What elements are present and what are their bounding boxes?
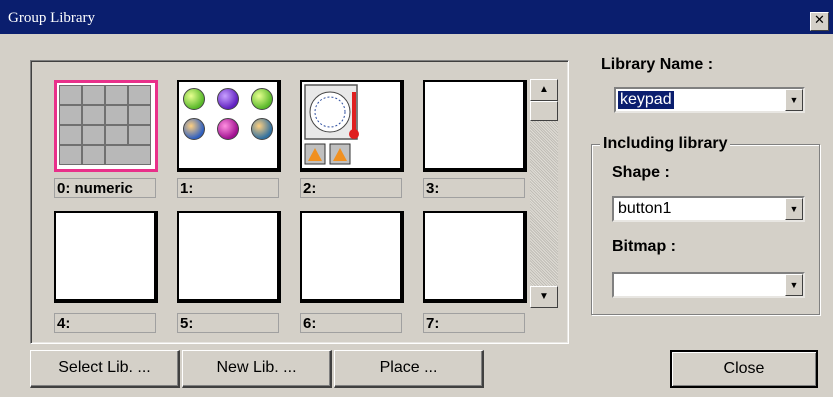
chevron-down-icon[interactable]: ▼: [785, 274, 803, 296]
library-name-value: keypad: [618, 91, 674, 109]
window-title: Group Library: [8, 10, 96, 26]
tile-7-label: 7:: [423, 313, 525, 333]
shape-select[interactable]: button1 ▼: [612, 196, 805, 222]
tile-6[interactable]: [300, 211, 404, 303]
scroll-down-icon[interactable]: ▼: [530, 286, 558, 308]
bitmap-label: Bitmap :: [612, 238, 676, 255]
tile-2[interactable]: [300, 80, 404, 172]
tile-6-label: 6:: [300, 313, 402, 333]
new-lib-button[interactable]: New Lib. ...: [182, 350, 332, 388]
tile-4-label: 4:: [54, 313, 156, 333]
close-window-icon[interactable]: ✕: [810, 12, 829, 31]
shape-label: Shape :: [612, 164, 670, 181]
tile-2-label: 2:: [300, 178, 402, 198]
tile-0-label: 0: numeric: [54, 178, 156, 198]
tile-5-label: 5:: [177, 313, 279, 333]
library-gallery: 0: numeric 1: 2: 3: 4: 5: 6: 7: ▲ ▼: [30, 60, 569, 344]
close-button[interactable]: Close: [670, 350, 818, 388]
tile-3[interactable]: [423, 80, 527, 172]
tile-1-label: 1:: [177, 178, 279, 198]
place-button[interactable]: Place ...: [334, 350, 484, 388]
bitmap-value: [616, 276, 620, 294]
tile-4[interactable]: [54, 211, 158, 303]
title-bar[interactable]: Group Library ✕: [0, 0, 833, 34]
tile-0[interactable]: [54, 80, 158, 172]
shape-value: button1: [618, 200, 672, 217]
library-name-select[interactable]: keypad ▼: [614, 87, 805, 113]
select-lib-button[interactable]: Select Lib. ...: [30, 350, 180, 388]
bitmap-select[interactable]: ▼: [612, 272, 805, 298]
tile-3-label: 3:: [423, 178, 525, 198]
gallery-scrollbar[interactable]: ▲ ▼: [530, 79, 558, 308]
chevron-down-icon[interactable]: ▼: [785, 89, 803, 111]
tile-5[interactable]: [177, 211, 281, 303]
group-library-dialog: Group Library ✕ 0: numeric 1: 2: 3: 4: 5…: [0, 0, 833, 397]
chevron-down-icon[interactable]: ▼: [785, 198, 803, 220]
including-library-label: Including library: [600, 135, 731, 153]
scroll-up-icon[interactable]: ▲: [530, 79, 558, 101]
scroll-thumb[interactable]: [530, 101, 558, 121]
keypad-grid-icon: [59, 85, 152, 166]
tile-7[interactable]: [423, 211, 527, 303]
library-name-label: Library Name :: [601, 56, 714, 73]
dial-meter-icon: [304, 84, 359, 165]
tile-1[interactable]: [177, 80, 281, 172]
